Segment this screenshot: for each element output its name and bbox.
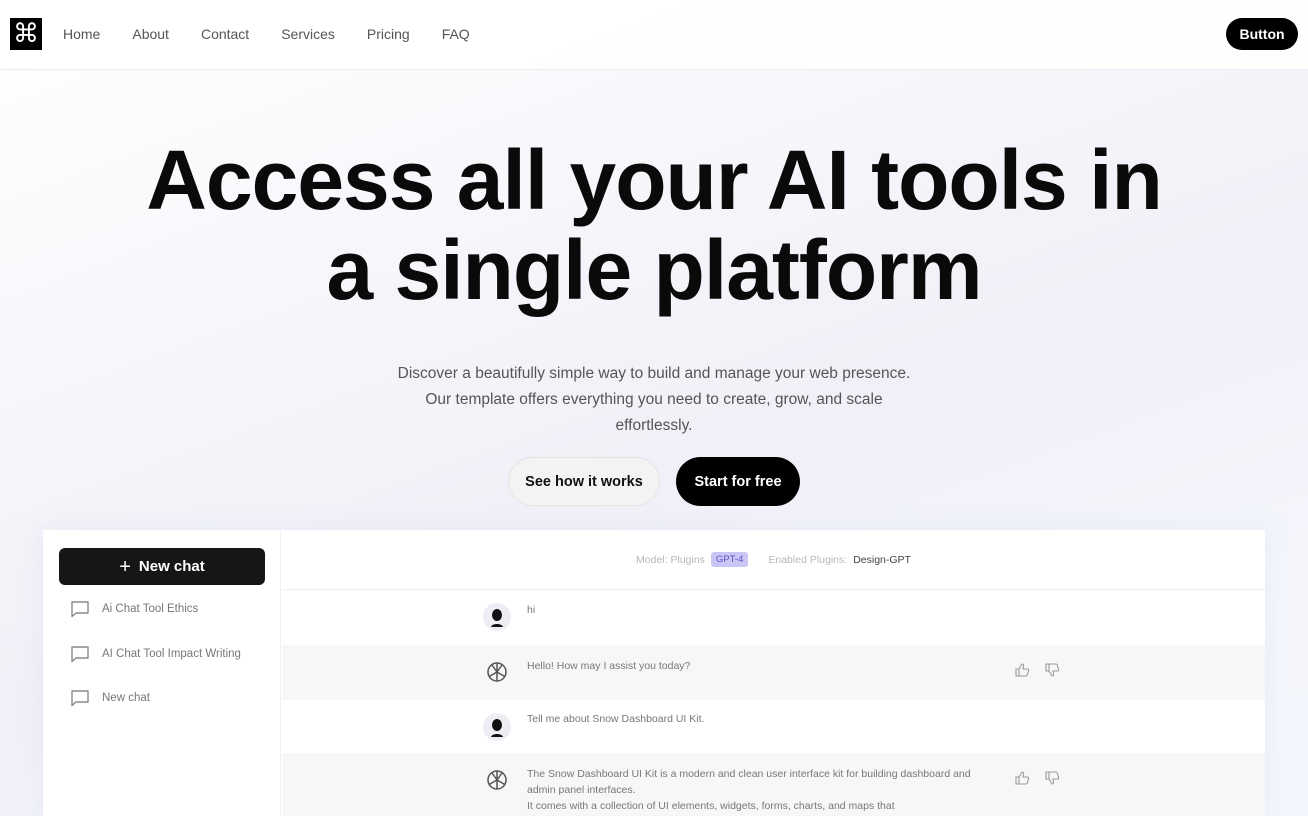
chat-main: Model: Plugins GPT-4 Enabled Plugins: De…	[282, 530, 1265, 816]
user-avatar-icon	[483, 603, 511, 631]
message-text: Hello! How may I assist you today?	[527, 660, 691, 672]
plus-icon: +	[119, 555, 131, 578]
nav-link-home[interactable]: Home	[63, 24, 100, 44]
plugins-label: Enabled Plugins:	[768, 553, 848, 566]
chat-message-user: Tell me about Snow Dashboard UI Kit.	[282, 700, 1265, 753]
nav-link-contact[interactable]: Contact	[201, 24, 249, 44]
chat-message-assistant: Hello! How may I assist you today?	[282, 645, 1265, 700]
openai-logo-icon	[483, 658, 511, 686]
nav-link-services[interactable]: Services	[281, 24, 335, 44]
new-chat-button[interactable]: + New chat	[59, 548, 265, 585]
chat-history-label: New chat	[102, 692, 150, 704]
nav-cta-button[interactable]: Button	[1226, 18, 1298, 50]
chat-bubble-icon	[71, 646, 89, 663]
chat-history-item[interactable]: Ai Chat Tool Ethics	[70, 600, 198, 618]
message-paragraph: It comes with a collection of UI element…	[527, 800, 895, 812]
start-for-free-button[interactable]: Start for free	[676, 457, 800, 506]
top-navbar: ⌘ Home About Contact Services Pricing FA…	[0, 0, 1308, 70]
message-feedback	[1014, 770, 1060, 786]
thumbs-down-icon[interactable]	[1044, 662, 1060, 678]
chat-bubble-icon	[71, 690, 89, 707]
new-chat-label: New chat	[138, 558, 205, 575]
thumbs-up-icon[interactable]	[1014, 662, 1030, 678]
model-label: Model: Plugins	[636, 553, 705, 566]
thumbs-down-icon[interactable]	[1044, 770, 1060, 786]
nav-links: Home About Contact Services Pricing FAQ	[63, 24, 502, 44]
nav-link-faq[interactable]: FAQ	[442, 24, 470, 44]
model-badge: GPT-4	[710, 552, 749, 567]
chat-sidebar: + New chat Ai Chat Tool Ethics AI Chat T…	[43, 530, 281, 816]
chat-history-item[interactable]: AI Chat Tool Impact Writing	[70, 645, 241, 663]
hero-title-line-2: a single platform	[326, 223, 982, 317]
chat-message-assistant: The Snow Dashboard UI Kit is a modern an…	[282, 753, 1265, 816]
see-how-it-works-button[interactable]: See how it works	[508, 457, 660, 506]
message-text: The Snow Dashboard UI Kit is a modern an…	[527, 766, 987, 814]
hero-subtitle: Discover a beautifully simple way to bui…	[397, 365, 911, 434]
message-text: Tell me about Snow Dashboard UI Kit.	[527, 713, 705, 725]
chat-bubble-icon	[71, 601, 89, 618]
chat-header: Model: Plugins GPT-4 Enabled Plugins: De…	[282, 530, 1265, 590]
message-feedback	[1014, 662, 1060, 678]
message-paragraph: The Snow Dashboard UI Kit is a modern an…	[527, 768, 971, 796]
openai-logo-icon	[483, 766, 511, 794]
hero-title: Access all your AI tools in a single pla…	[0, 135, 1308, 315]
user-avatar-icon	[483, 713, 511, 741]
nav-link-about[interactable]: About	[132, 24, 169, 44]
thumbs-up-icon[interactable]	[1014, 770, 1030, 786]
chat-history-label: AI Chat Tool Impact Writing	[102, 648, 241, 660]
plugins-value: Design-GPT	[853, 553, 911, 566]
chat-history-item[interactable]: New chat	[70, 689, 150, 707]
logo-command-icon[interactable]: ⌘	[10, 18, 42, 50]
message-text: hi	[527, 604, 536, 616]
nav-link-pricing[interactable]: Pricing	[367, 24, 410, 44]
hero-cta-group: See how it works Start for free	[508, 457, 800, 506]
chat-history-label: Ai Chat Tool Ethics	[102, 603, 199, 615]
chat-message-user: hi	[282, 590, 1265, 645]
hero-title-line-1: Access all your AI tools in	[146, 133, 1163, 227]
chat-app-preview: + New chat Ai Chat Tool Ethics AI Chat T…	[43, 530, 1265, 816]
